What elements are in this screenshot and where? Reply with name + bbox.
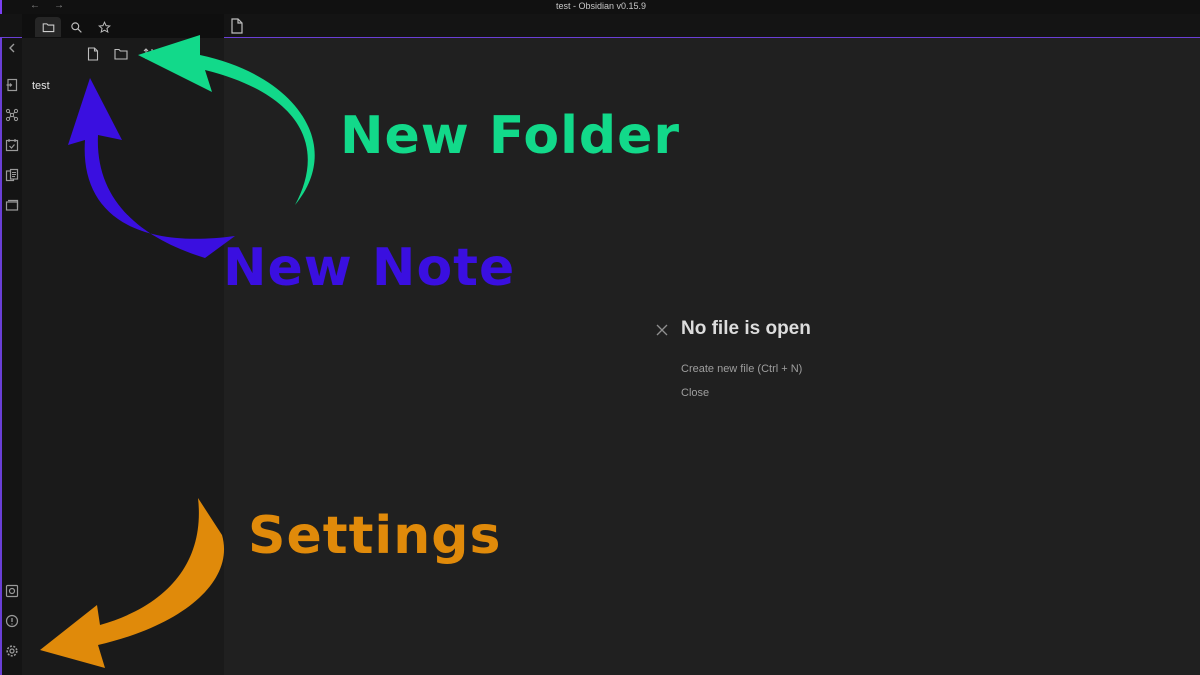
folder-icon: [114, 48, 128, 60]
open-quick-switcher-icon: [6, 78, 18, 92]
open-vault-icon: [5, 584, 19, 598]
tab-file-explorer[interactable]: [35, 17, 61, 37]
new-note-button[interactable]: [86, 47, 102, 63]
left-panel-tab-header: [22, 14, 224, 38]
tab-starred[interactable]: [91, 17, 117, 37]
templates-icon: [5, 168, 19, 182]
folder-icon: [42, 22, 54, 32]
star-icon: [97, 20, 111, 33]
open-quick-switcher-button[interactable]: [5, 78, 19, 92]
file-explorer-panel: test: [22, 38, 224, 675]
empty-state-title: No file is open: [681, 318, 811, 339]
left-ribbon: [0, 38, 22, 675]
tab-search[interactable]: [63, 17, 89, 37]
search-icon: [70, 21, 82, 33]
collapse-sidebar-button[interactable]: [5, 41, 19, 55]
daily-note-button[interactable]: [5, 138, 19, 152]
create-new-file-link[interactable]: Create new file (Ctrl + N): [681, 363, 802, 375]
close-link[interactable]: Close: [681, 387, 709, 399]
settings-annotation: Settings: [248, 506, 502, 566]
sort-button[interactable]: [142, 47, 158, 63]
graph-view-icon: [5, 108, 19, 122]
new-folder-annotation: New Folder: [340, 106, 681, 166]
sort-icon: [143, 48, 155, 60]
file-item[interactable]: test: [32, 80, 50, 92]
help-button[interactable]: [5, 614, 19, 628]
settings-button[interactable]: [5, 644, 19, 658]
obsidian-window: ← → test - Obsidian v0.15.9 test No file…: [0, 0, 1200, 675]
settings-icon: [6, 645, 18, 657]
help-icon: [5, 614, 19, 628]
open-vault-button[interactable]: [5, 584, 19, 598]
file-icon: [87, 47, 99, 61]
slides-icon: [5, 199, 19, 211]
daily-note-icon: [5, 139, 19, 152]
close-icon[interactable]: [654, 322, 670, 338]
graph-view-button[interactable]: [5, 108, 19, 122]
title-bar: ← → test - Obsidian v0.15.9: [0, 0, 1200, 14]
new-note-annotation: New Note: [223, 238, 516, 298]
new-folder-button[interactable]: [114, 47, 130, 63]
file-icon[interactable]: [230, 18, 244, 34]
window-title: test - Obsidian v0.15.9: [555, 1, 647, 11]
slides-button[interactable]: [5, 198, 19, 212]
templates-button[interactable]: [5, 168, 19, 182]
chevron-left-icon: [9, 43, 15, 53]
